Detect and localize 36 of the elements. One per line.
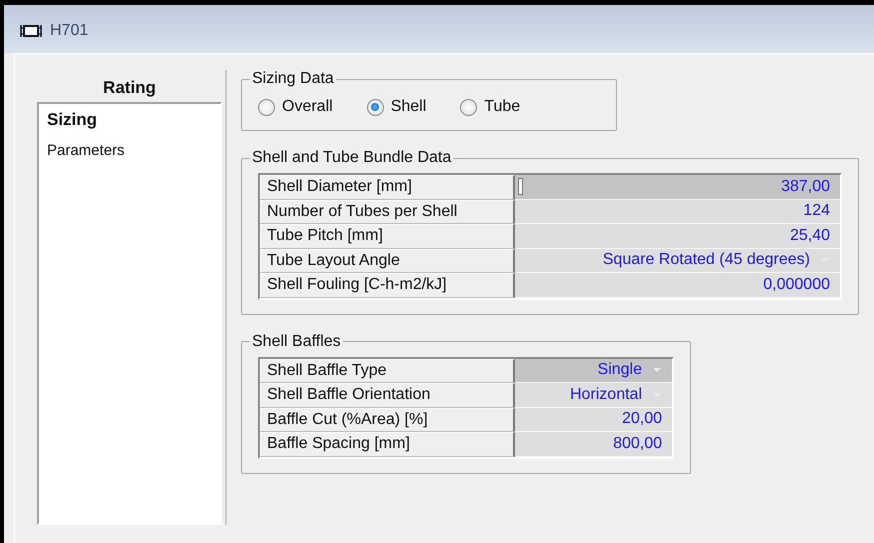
radio-label: Overall	[282, 98, 333, 116]
radio-icon[interactable]	[258, 98, 275, 116]
radio-option[interactable]: Shell	[366, 98, 426, 116]
radio-icon[interactable]	[366, 98, 384, 116]
dropdown-field[interactable]: Single	[515, 358, 672, 383]
property-label: Tube Pitch [mm]	[260, 224, 515, 248]
value-field[interactable]: 25,40	[515, 224, 840, 248]
sidebar-header: Rating	[102, 77, 157, 99]
group-title: Shell Baffles	[251, 332, 342, 350]
dropdown-field[interactable]: Horizontal	[515, 383, 672, 408]
radio-label: Shell	[390, 98, 426, 116]
radio-option[interactable]: Overall	[258, 98, 333, 116]
property-label: Shell Diameter [mm]	[260, 175, 515, 200]
caret-icon	[652, 367, 662, 374]
property-label: Shell Baffle Orientation	[260, 383, 515, 408]
property-label: Baffle Cut (%Area) [%]	[260, 408, 515, 432]
property-label: Shell Baffle Type	[260, 358, 515, 383]
radio-label: Tube	[484, 98, 520, 116]
group-title: Sizing Data	[251, 70, 335, 88]
property-label: Baffle Spacing [mm]	[260, 432, 515, 456]
window-title: H701	[50, 22, 88, 40]
property-label: Number of Tubes per Shell	[260, 200, 515, 224]
value-field[interactable]: 800,00	[515, 432, 672, 456]
property-label: Shell Fouling [C-h-m2/kJ]	[260, 273, 515, 298]
exchanger-icon	[18, 24, 44, 38]
dropdown-field[interactable]: Square Rotated (45 degrees)	[515, 248, 840, 273]
group-title: Shell and Tube Bundle Data	[251, 149, 452, 167]
sidebar-item[interactable]: Sizing	[47, 110, 98, 130]
radio-option[interactable]: Tube	[460, 98, 520, 116]
value-field[interactable]: 0,000000	[515, 273, 840, 298]
value-field[interactable]: 20,00	[515, 408, 672, 432]
property-label: Tube Layout Angle	[260, 248, 515, 273]
value-field[interactable]: 387,00	[515, 175, 840, 200]
value-field[interactable]: 124	[515, 200, 840, 224]
radio-icon[interactable]	[460, 98, 478, 116]
sidebar-item[interactable]: Parameters	[47, 142, 125, 159]
